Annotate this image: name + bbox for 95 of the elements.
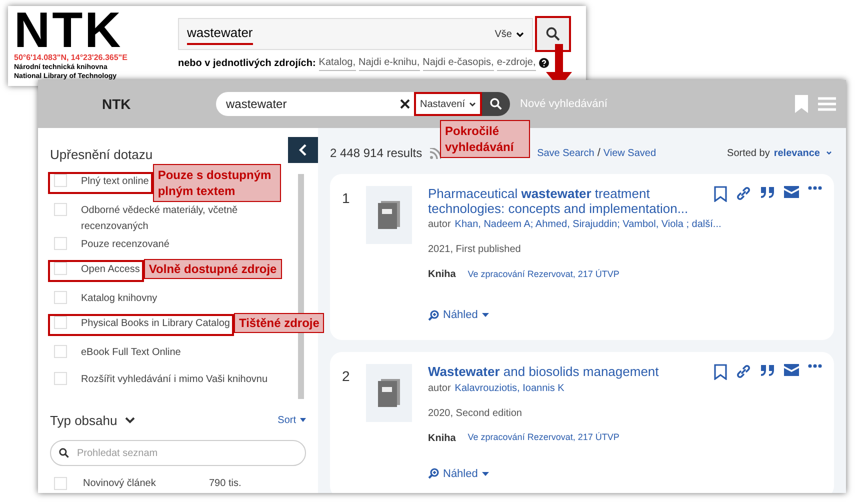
caret-icon	[482, 472, 489, 476]
save-search-link[interactable]: Save Search	[537, 146, 594, 160]
facet-label[interactable]: Plný text online	[81, 174, 149, 190]
query-text: wastewater	[226, 96, 287, 113]
search-icon	[59, 448, 69, 458]
query-text: wastewater	[187, 23, 253, 45]
facet-label[interactable]: Katalog knihovny	[81, 290, 158, 306]
result-number: 1	[342, 189, 351, 208]
logo: NTK	[102, 97, 132, 111]
sort-dropdown[interactable]: relevance	[774, 146, 832, 160]
search-button[interactable]	[482, 92, 510, 116]
checkbox[interactable]	[54, 174, 67, 186]
list-search-input[interactable]: Prohledat seznam	[77, 446, 297, 460]
facet-label[interactable]: Pouze recenzované	[81, 236, 170, 252]
chevron-down-icon[interactable]	[125, 416, 136, 424]
facet-label[interactable]: Novinový článek	[83, 476, 193, 491]
checkbox[interactable]	[54, 262, 67, 274]
checkbox[interactable]	[54, 202, 67, 216]
author-link[interactable]: Khan, Nadeem A; Ahmed, Sirajuddin; Vambol, Viola ; další...	[454, 217, 722, 232]
section-title: Typ obsahu	[50, 412, 118, 430]
chevron-down-icon	[516, 32, 524, 36]
checkbox[interactable]	[54, 372, 67, 384]
caret-icon	[300, 418, 306, 422]
book-icon	[378, 378, 400, 406]
settings-dropdown[interactable]: Nastavení	[414, 92, 482, 116]
search-field[interactable]: wastewater Vše	[178, 18, 533, 50]
mail-icon[interactable]	[784, 186, 799, 198]
format-label: Kniha	[428, 432, 456, 446]
preview-button[interactable]: Náhled	[428, 466, 489, 482]
sidebar-title: Upřesnění dotazu	[50, 146, 153, 164]
availability-link[interactable]: Ve zpracování Rezervovat, 217 ÚTVP	[468, 431, 620, 445]
facet-label[interactable]: eBook Full Text Online	[81, 344, 181, 360]
collapse-button[interactable]	[288, 137, 318, 163]
source-link[interactable]: e-zdroje,	[496, 55, 536, 71]
source-link[interactable]: Najdi e-časopis,	[422, 55, 494, 71]
facet-count: 790 tis.	[209, 477, 242, 491]
source-link[interactable]: Najdi e-knihu,	[358, 55, 420, 71]
author-label: autor	[428, 218, 451, 232]
link-icon[interactable]	[736, 364, 751, 378]
source-link[interactable]: Katalog,	[318, 55, 356, 71]
more-icon[interactable]	[808, 364, 822, 368]
facet-label[interactable]: Rozšířit vyhledávání i mimo Vaši knihovnu	[81, 372, 268, 388]
facet-label[interactable]: Open Access	[81, 262, 140, 278]
callout-label: Volně dostupné zdroje	[144, 258, 282, 278]
edition-text: 2021, First published	[428, 243, 522, 257]
author-label: autor	[428, 382, 451, 396]
result-title-link[interactable]: Pharmaceutical wastewater treatment technologies: concepts and implementation...	[428, 186, 698, 216]
separator-text: /	[597, 146, 600, 161]
availability-link[interactable]: Ve zpracování Rezervovat, 217 ÚTVP	[468, 268, 620, 282]
callout-label: Tištěné zdroje	[234, 312, 324, 332]
link-icon[interactable]	[736, 186, 751, 201]
checkbox[interactable]	[54, 316, 67, 328]
checkbox[interactable]	[54, 290, 67, 304]
result-title-link[interactable]: Wastewater and biosolids management	[428, 364, 698, 378]
author-link[interactable]: Kalavrouziotis, Ioannis K	[454, 380, 564, 396]
book-icon	[378, 201, 400, 229]
edition-text: 2020, Second edition	[428, 406, 523, 420]
rss-icon[interactable]	[430, 148, 442, 158]
checkbox[interactable]	[54, 236, 67, 250]
mail-icon[interactable]	[784, 364, 799, 376]
caret-icon	[482, 313, 489, 318]
coordinates-text: 50°6'14.083"N, 14°23'26.365"E	[14, 53, 128, 63]
format-label: Kniha	[428, 268, 456, 282]
scope-dropdown[interactable]: Vše	[494, 26, 524, 42]
search-icon	[490, 98, 502, 110]
close-icon[interactable]	[400, 99, 410, 109]
checkbox[interactable]	[54, 477, 67, 490]
chevron-left-icon	[299, 144, 307, 156]
results-count: 2 448 914 results	[330, 145, 422, 162]
search-icon	[546, 27, 560, 41]
quote-icon[interactable]	[760, 364, 775, 376]
facet-label[interactable]: Physical Books in Library Catalog	[81, 316, 230, 332]
chevron-down-icon	[826, 151, 832, 155]
more-icon[interactable]	[808, 186, 822, 190]
help-icon[interactable]	[538, 58, 549, 68]
logo: NTK	[14, 7, 123, 53]
search-field[interactable]: wastewater	[216, 92, 414, 116]
callout-label: Pokročilé vyhledávání	[440, 120, 530, 158]
zoom-in-icon	[428, 468, 439, 480]
zoom-in-icon	[428, 310, 439, 321]
result-number: 2	[342, 366, 351, 386]
view-saved-link[interactable]: View Saved	[603, 146, 656, 160]
facet-label[interactable]: Odborné vědecké materiály, včetně recenzovaných	[81, 202, 271, 234]
sort-button[interactable]: Sort	[278, 412, 306, 428]
bookmark-icon[interactable]	[714, 364, 727, 380]
list-search-field[interactable]: Prohledat seznam	[50, 440, 306, 466]
search-button[interactable]	[535, 16, 571, 52]
sorted-by-label: Sorted by	[727, 146, 770, 160]
bookmark-icon[interactable]	[714, 186, 727, 202]
preview-button[interactable]: Náhled	[428, 307, 489, 324]
checkbox[interactable]	[54, 344, 67, 358]
chevron-down-icon	[469, 102, 476, 106]
callout-label: Pouze s dostupným plným textem	[152, 164, 281, 202]
quote-icon[interactable]	[760, 186, 775, 199]
sources-label: nebo v jednotlivých zdrojích:	[178, 56, 316, 70]
